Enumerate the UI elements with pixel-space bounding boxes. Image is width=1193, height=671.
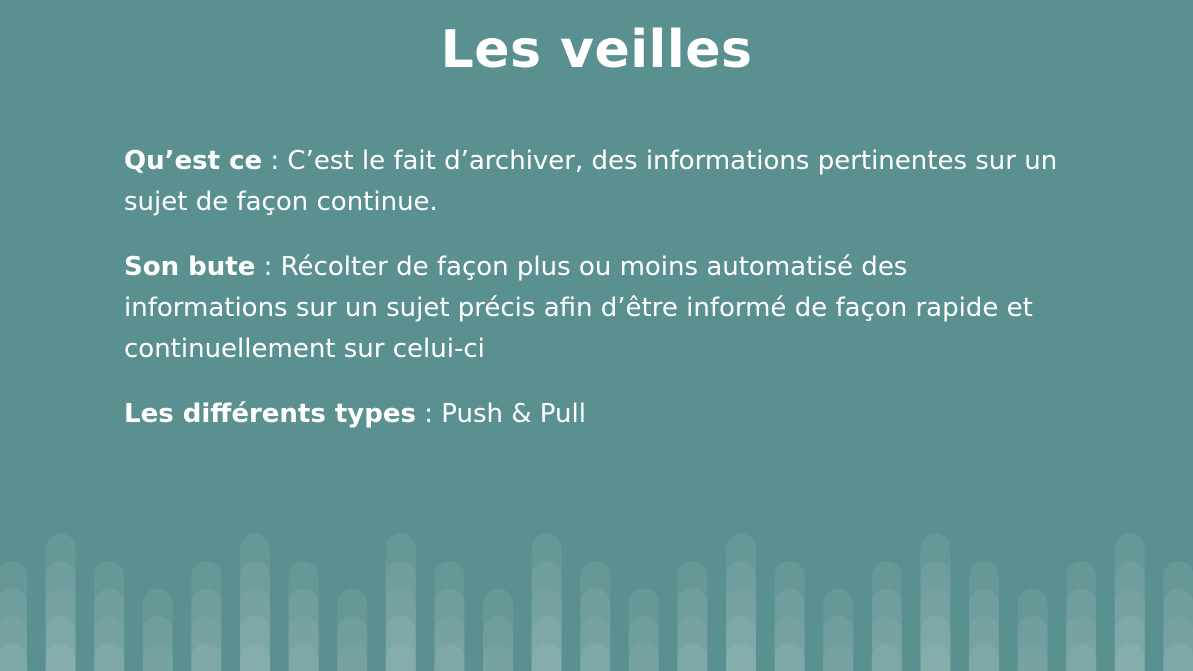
paragraph-goal: Son bute : Récolter de façon plus ou moi… <box>124 247 1074 370</box>
paragraph-types: Les différents types : Push & Pull <box>124 394 1074 435</box>
goal-term: Son bute <box>124 252 256 282</box>
types-term: Les différents types <box>124 399 416 429</box>
definition-separator: : <box>262 146 288 176</box>
types-text: Push & Pull <box>441 399 586 429</box>
goal-separator: : <box>255 252 281 282</box>
slide: Les veilles Qu’est ce : C’est le fait d’… <box>0 0 1193 671</box>
slide-title: Les veilles <box>440 20 753 80</box>
definition-term: Qu’est ce <box>124 146 263 176</box>
decorative-bars <box>0 533 1193 671</box>
types-separator: : <box>415 399 442 429</box>
slide-content: Qu’est ce : C’est le fait d’archiver, de… <box>124 141 1074 459</box>
paragraph-definition: Qu’est ce : C’est le fait d’archiver, de… <box>124 141 1074 223</box>
